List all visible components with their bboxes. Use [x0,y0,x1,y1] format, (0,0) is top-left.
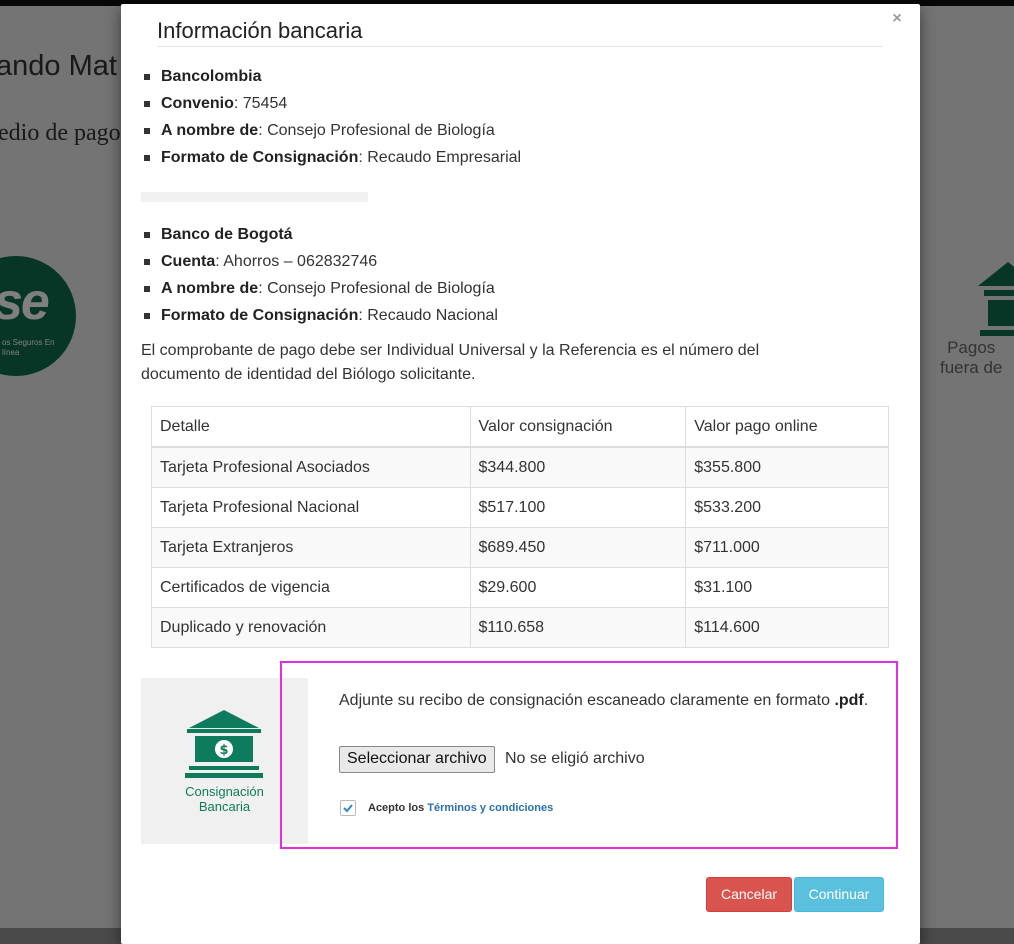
table-row: Tarjeta Profesional Nacional $517.100 $5… [151,487,889,528]
bank1-holder: A nombre de: Consejo Profesional de Biol… [141,117,521,144]
table-row: Duplicado y renovación $110.658 $114.600 [151,607,889,648]
divider-bar [141,192,368,202]
table-row: Tarjeta Extranjeros $689.450 $711.000 [151,527,889,568]
bank-deposit-icon: $ [185,710,263,778]
table-row: Certificados de vigencia $29.600 $31.100 [151,567,889,608]
upload-period: . [863,692,869,709]
bank2-holder: A nombre de: Consejo Profesional de Biol… [141,275,498,302]
checkmark-icon [343,804,353,813]
table-cell: Certificados de vigencia [151,567,471,608]
column-header: Valor consignación [469,406,687,448]
bank2-name: Banco de Bogotá [141,221,498,248]
upload-section: Adjunte su recibo de consignación escane… [280,661,898,849]
bank2-format: Formato de Consignación: Recaudo Naciona… [141,302,498,329]
upload-instruction: Adjunte su recibo de consignación escane… [339,689,884,712]
modal-title: Información bancaria [157,18,883,47]
file-status-text: No se eligió archivo [505,750,645,767]
table-cell: Tarjeta Profesional Nacional [151,487,471,528]
terms-label: Acepto los Términos y condiciones [368,800,553,816]
bank1-info-list: Bancolombia Convenio: 75454 A nombre de:… [141,63,521,171]
bank1-agreement: Convenio: 75454 [141,90,521,117]
accept-prefix: Acepto los [368,802,425,814]
payment-note: El comprobante de pago debe ser Individu… [141,342,760,383]
bank1-name: Bancolombia [141,63,521,90]
close-icon[interactable]: × [890,10,904,28]
select-file-button[interactable]: Seleccionar archivo [339,746,495,773]
table-cell: $29.600 [469,567,687,608]
svg-text:$: $ [219,743,228,758]
terms-checkbox[interactable] [340,800,356,816]
bank1-format: Formato de Consignación: Recaudo Empresa… [141,144,521,171]
continue-button[interactable]: Continuar [794,877,884,912]
cancel-button[interactable]: Cancelar [706,877,792,912]
table-cell: Tarjeta Extranjeros [151,527,471,568]
bank-info-modal: Información bancaria × Bancolombia Conve… [121,4,920,944]
table-cell: Duplicado y renovación [151,607,471,648]
table-cell: $31.100 [685,567,889,608]
table-cell: $533.200 [685,487,889,528]
table-cell: $110.658 [469,607,687,648]
table-cell: $689.450 [469,527,687,568]
bank2-info-list: Banco de Bogotá Cuenta: Ahorros – 062832… [141,221,498,329]
column-header: Detalle [151,406,471,448]
bank2-account: Cuenta: Ahorros – 062832746 [141,248,498,275]
fees-table: Detalle Valor consignación Valor pago on… [151,406,889,648]
upload-format: .pdf [834,692,864,709]
upload-instruction-text: Adjunte su recibo de consignación escane… [339,692,830,709]
table-cell: $344.800 [469,446,687,488]
table-header-row: Detalle Valor consignación Valor pago on… [151,406,889,448]
terms-link[interactable]: Términos y condiciones [427,802,553,814]
column-header: Valor pago online [685,406,889,448]
table-cell: $517.100 [469,487,687,528]
table-row: Tarjeta Profesional Asociados $344.800 $… [151,446,889,488]
table-cell: Tarjeta Profesional Asociados [151,446,471,488]
table-cell: $355.800 [685,446,889,488]
table-cell: $114.600 [685,607,889,648]
table-cell: $711.000 [685,527,889,568]
